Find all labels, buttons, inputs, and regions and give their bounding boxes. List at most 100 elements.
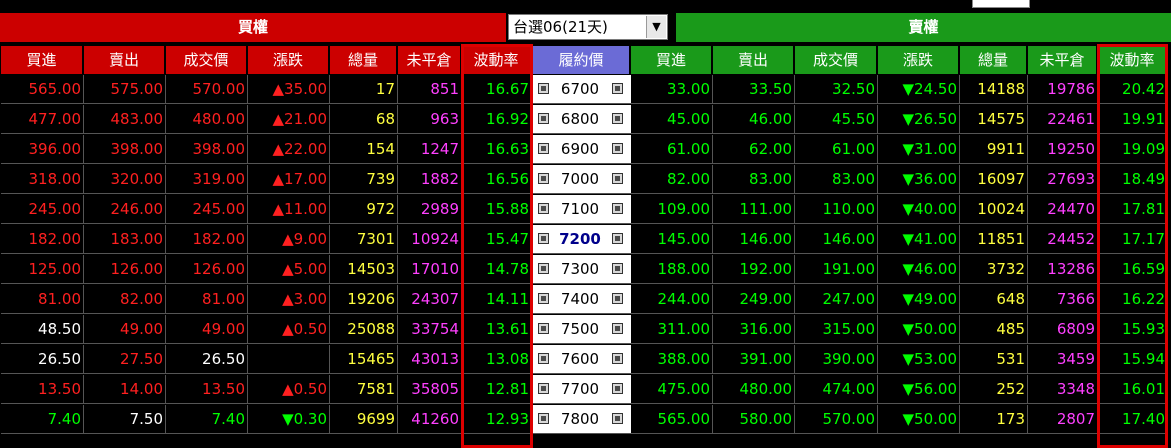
cell-c-ask: 320.00 [84, 165, 166, 194]
header-c-oi[interactable]: 未平倉 [398, 46, 462, 74]
header-p-iv[interactable]: 波動率 [1098, 46, 1168, 74]
cell-c-chg: ▲5.00 [248, 255, 330, 284]
cell-c-bid: 396.00 [1, 135, 84, 164]
header-c-ask[interactable]: 賣出 [84, 46, 166, 74]
strike-price: 7000 [560, 170, 600, 188]
table-row[interactable]: 125.00 126.00 126.00 ▲5.00 14503 17010 14.78 73… [0, 255, 1171, 285]
call-select-checkbox[interactable] [538, 113, 549, 124]
cell-c-iv: 16.56 [462, 165, 532, 194]
put-select-checkbox[interactable] [612, 323, 623, 334]
header-c-vol[interactable]: 總量 [330, 46, 398, 74]
cell-c-last: 81.00 [166, 285, 248, 314]
cell-c-vol: 68 [330, 105, 398, 134]
strike-price: 7700 [560, 380, 600, 398]
table-row[interactable]: 565.00 575.00 570.00 ▲35.00 17 851 16.67 6700 33… [0, 75, 1171, 105]
strike-cell[interactable]: 7700 [533, 375, 631, 404]
table-row[interactable]: 81.00 82.00 81.00 ▲3.00 19206 24307 14.11 7400 2… [0, 285, 1171, 315]
cell-p-iv: 15.94 [1098, 345, 1168, 374]
cell-p-ask: 83.00 [713, 165, 795, 194]
cell-c-last: 480.00 [166, 105, 248, 134]
table-row[interactable]: 318.00 320.00 319.00 ▲17.00 739 1882 16.56 7000… [0, 165, 1171, 195]
strike-cell[interactable]: 6700 [533, 75, 631, 104]
cell-p-ask: 62.00 [713, 135, 795, 164]
cell-c-ask: 7.50 [84, 405, 166, 434]
put-select-checkbox[interactable] [612, 83, 623, 94]
header-c-bid[interactable]: 買進 [1, 46, 84, 74]
cell-p-vol: 9911 [960, 135, 1028, 164]
table-row[interactable]: 396.00 398.00 398.00 ▲22.00 154 1247 16.63 6900… [0, 135, 1171, 165]
cell-c-iv: 14.11 [462, 285, 532, 314]
call-select-checkbox[interactable] [538, 293, 549, 304]
cell-p-vol: 14188 [960, 75, 1028, 104]
header-p-vol[interactable]: 總量 [960, 46, 1028, 74]
put-select-checkbox[interactable] [612, 263, 623, 274]
cell-p-vol: 10024 [960, 195, 1028, 224]
put-select-checkbox[interactable] [612, 293, 623, 304]
strike-cell[interactable]: 7100 [533, 195, 631, 224]
put-select-checkbox[interactable] [612, 353, 623, 364]
strike-cell[interactable]: 6800 [533, 105, 631, 134]
strike-price: 7300 [560, 260, 600, 278]
header-c-chg[interactable]: 漲跌 [248, 46, 330, 74]
strike-cell[interactable]: 7400 [533, 285, 631, 314]
put-select-checkbox[interactable] [612, 383, 623, 394]
cell-p-last: 191.00 [795, 255, 878, 284]
strike-cell[interactable]: 7600 [533, 345, 631, 374]
strike-price: 7500 [560, 320, 600, 338]
cell-c-last: 398.00 [166, 135, 248, 164]
cell-p-iv: 20.42 [1098, 75, 1168, 104]
table-row[interactable]: 48.50 49.00 49.00 ▲0.50 25088 33754 13.61 7500 3… [0, 315, 1171, 345]
header-c-iv[interactable]: 波動率 [462, 46, 532, 74]
call-select-checkbox[interactable] [538, 233, 549, 244]
cell-p-last: 570.00 [795, 405, 878, 434]
header-p-bid[interactable]: 買進 [631, 46, 713, 74]
table-row[interactable]: 7.40 7.50 7.40 ▼0.30 9699 41260 12.93 7800 565.0… [0, 405, 1171, 435]
strike-cell[interactable]: 6900 [533, 135, 631, 164]
header-strike[interactable]: 履約價 [533, 46, 631, 74]
put-select-checkbox[interactable] [612, 143, 623, 154]
cell-p-ask: 33.50 [713, 75, 795, 104]
call-select-checkbox[interactable] [538, 413, 549, 424]
header-p-ask[interactable]: 賣出 [713, 46, 795, 74]
header-p-last[interactable]: 成交價 [795, 46, 878, 74]
top-input-box[interactable] [972, 0, 1030, 8]
table-row[interactable]: 477.00 483.00 480.00 ▲21.00 68 963 16.92 6800 45… [0, 105, 1171, 135]
strike-cell[interactable]: 7800 [533, 405, 631, 434]
strike-cell[interactable]: 7300 [533, 255, 631, 284]
expiry-select[interactable]: 台選06(21天) ▼ [508, 14, 668, 40]
header-p-oi[interactable]: 未平倉 [1028, 46, 1098, 74]
put-select-checkbox[interactable] [612, 173, 623, 184]
cell-c-vol: 17 [330, 75, 398, 104]
cell-c-bid: 182.00 [1, 225, 84, 254]
cell-p-bid: 82.00 [631, 165, 713, 194]
cell-c-ask: 14.00 [84, 375, 166, 404]
call-select-checkbox[interactable] [538, 143, 549, 154]
call-select-checkbox[interactable] [538, 173, 549, 184]
table-row[interactable]: 245.00 246.00 245.00 ▲11.00 972 2989 15.88 7100… [0, 195, 1171, 225]
put-select-checkbox[interactable] [612, 413, 623, 424]
call-select-checkbox[interactable] [538, 83, 549, 94]
header-c-last[interactable]: 成交價 [166, 46, 248, 74]
cell-c-vol: 154 [330, 135, 398, 164]
strike-cell[interactable]: 7200 [533, 225, 631, 254]
cell-c-last: 13.50 [166, 375, 248, 404]
cell-p-bid: 33.00 [631, 75, 713, 104]
cell-c-vol: 7581 [330, 375, 398, 404]
cell-c-chg: ▲21.00 [248, 105, 330, 134]
strike-cell[interactable]: 7000 [533, 165, 631, 194]
call-select-checkbox[interactable] [538, 263, 549, 274]
call-select-checkbox[interactable] [538, 353, 549, 364]
strike-cell[interactable]: 7500 [533, 315, 631, 344]
table-row[interactable]: 182.00 183.00 182.00 ▲9.00 7301 10924 15.47 720… [0, 225, 1171, 255]
call-select-checkbox[interactable] [538, 203, 549, 214]
call-select-checkbox[interactable] [538, 323, 549, 334]
header-p-chg[interactable]: 漲跌 [878, 46, 960, 74]
table-row[interactable]: 13.50 14.00 13.50 ▲0.50 7581 35805 12.81 7700 47… [0, 375, 1171, 405]
cell-c-oi: 24307 [398, 285, 462, 314]
put-select-checkbox[interactable] [612, 113, 623, 124]
call-select-checkbox[interactable] [538, 383, 549, 394]
chevron-down-icon[interactable]: ▼ [646, 16, 666, 38]
table-row[interactable]: 26.50 27.50 26.50 15465 43013 13.08 7600 388.00… [0, 345, 1171, 375]
put-select-checkbox[interactable] [612, 233, 623, 244]
put-select-checkbox[interactable] [612, 203, 623, 214]
